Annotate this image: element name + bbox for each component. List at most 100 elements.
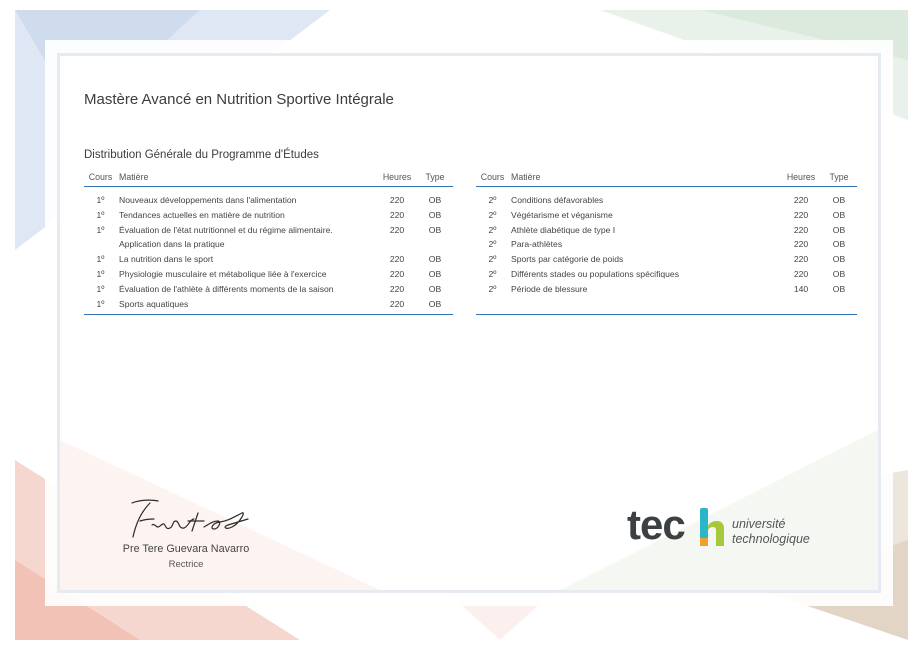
cell-type: OB: [428, 298, 442, 309]
cell-heures: 140: [793, 283, 809, 294]
table-header-row: Cours Matière Heures Type: [84, 170, 453, 187]
cell-heures: 220: [389, 209, 405, 220]
cell-cours: 2º: [488, 283, 497, 294]
cell-type: OB: [832, 283, 846, 294]
cell-heures: 220: [389, 298, 405, 309]
cell-heures: 220: [389, 254, 405, 265]
logo-tagline-line1: université: [732, 517, 786, 531]
certificate-page: Mastère Avancé en Nutrition Sportive Int…: [0, 0, 908, 649]
cell-cours: 1º: [96, 195, 105, 205]
header-cours: Cours: [480, 172, 505, 182]
cell-heures: 220: [793, 195, 809, 205]
table-row: 1º Nouveaux développements dans l'aliment…: [84, 187, 453, 208]
table-row: 1º Sports aquatiques 220 OB: [84, 297, 453, 315]
table-row: 2º Sports par catégorie de poids 220 OB: [476, 252, 857, 267]
cell-heures: 220: [793, 268, 809, 279]
cell-type: OB: [428, 254, 442, 265]
cell-type: OB: [428, 209, 442, 220]
cell-matiere: Tendances actuelles en matière de nutrit…: [119, 209, 285, 220]
cell-cours: 1º: [96, 283, 105, 294]
curriculum-table-right: Cours Matière Heures Type 2º Conditions d…: [476, 170, 857, 315]
cell-type: OB: [832, 195, 846, 205]
cell-cours: 1º: [96, 209, 105, 220]
header-heures: Heures: [786, 172, 816, 182]
cell-heures: 220: [793, 239, 809, 250]
header-heures: Heures: [382, 172, 412, 182]
cell-empty: [509, 297, 781, 315]
cell-matiere: Différents stades ou populations spécifi…: [511, 268, 680, 279]
table-row: 2º Para-athlètes 220 OB: [476, 237, 857, 252]
header-cours: Cours: [88, 172, 113, 182]
cell-type: OB: [428, 195, 442, 205]
cell-type: OB: [832, 224, 846, 235]
cell-matiere: Période de blessure: [511, 283, 588, 294]
cell-matiere: Athlète diabétique de type I: [511, 224, 616, 235]
table-row: 1º Tendances actuelles en matière de nutr…: [84, 208, 453, 223]
logo-wordmark: tec: [627, 501, 686, 548]
cell-matiere: Nouveaux développements dans l'alimentat…: [119, 195, 297, 205]
cell-type: OB: [832, 254, 846, 265]
cell-cours: 1º: [96, 268, 105, 279]
table-row: 2º Conditions défavorables 220 OB: [476, 187, 857, 208]
table-header-row: Cours Matière Heures Type: [476, 170, 857, 187]
table-row: 2º Différents stades ou populations spéci…: [476, 267, 857, 282]
table-row: Application dans la pratique: [84, 237, 453, 252]
table-row: 1º La nutrition dans le sport 220 OB: [84, 252, 453, 267]
header-type: Type: [829, 172, 849, 182]
cell-heures: [377, 237, 417, 252]
document-subtitle: Distribution Générale du Programme d'Étu…: [84, 149, 319, 161]
curriculum-table-left: Cours Matière Heures Type 1º Nouveaux dév…: [84, 170, 453, 315]
table-row: 2º Période de blessure 140 OB: [476, 282, 857, 297]
cell-type: [417, 237, 453, 252]
cell-type: OB: [428, 224, 442, 235]
cell-cours: 2º: [488, 268, 497, 279]
logo-h-icon: [700, 508, 724, 546]
cell-cours: [84, 237, 117, 252]
cell-matiere: Conditions défavorables: [511, 195, 604, 205]
cell-cours: 2º: [488, 254, 497, 265]
cell-matiere: Application dans la pratique: [119, 239, 225, 250]
cell-empty: [781, 297, 821, 315]
cell-cours: 1º: [96, 224, 105, 235]
cell-cours: 2º: [488, 195, 497, 205]
cell-matiere: Sports par catégorie de poids: [511, 254, 624, 265]
cell-cours: 2º: [488, 209, 497, 220]
cell-type: OB: [832, 209, 846, 220]
cell-heures: 220: [389, 268, 405, 279]
cell-matiere: Végétarisme et véganisme: [511, 209, 613, 220]
table-row: 2º Végétarisme et véganisme 220 OB: [476, 208, 857, 223]
document-title: Mastère Avancé en Nutrition Sportive Int…: [84, 91, 394, 108]
cell-matiere: Physiologie musculaire et métabolique li…: [119, 268, 327, 279]
cell-type: OB: [832, 268, 846, 279]
cell-heures: 220: [793, 209, 809, 220]
cell-heures: 220: [389, 195, 405, 205]
cell-cours: 1º: [96, 298, 105, 309]
table-row: 1º Évaluation de l'athlète à différents m…: [84, 282, 453, 297]
logo-tagline-line2: technologique: [732, 532, 810, 546]
cell-empty: [476, 297, 509, 315]
table-row: 2º Athlète diabétique de type I 220 OB: [476, 223, 857, 238]
header-matiere: Matière: [511, 172, 541, 182]
cell-type: OB: [832, 239, 846, 250]
cell-type: OB: [428, 268, 442, 279]
cell-type: OB: [428, 283, 442, 294]
cell-heures: 220: [793, 254, 809, 265]
cell-matiere: Évaluation de l'état nutritionnel et du …: [119, 224, 333, 235]
cell-cours: 1º: [96, 254, 105, 265]
header-type: Type: [425, 172, 445, 182]
cell-matiere: Sports aquatiques: [119, 298, 189, 309]
signatory-name: Pre Tere Guevara Navarro: [122, 543, 250, 555]
header-matiere: Matière: [119, 172, 149, 182]
cell-matiere: Para-athlètes: [511, 239, 563, 250]
cell-empty: [821, 297, 857, 315]
table-row: 1º Physiologie musculaire et métabolique …: [84, 267, 453, 282]
cell-matiere: Évaluation de l'athlète à différents mom…: [119, 283, 334, 294]
table-row-spacer: [476, 297, 857, 315]
cell-matiere: La nutrition dans le sport: [119, 254, 214, 265]
cell-heures: 220: [793, 224, 809, 235]
signatory-role: Rectrice: [168, 559, 204, 570]
cell-heures: 220: [389, 283, 405, 294]
cell-heures: 220: [389, 224, 405, 235]
table-row: 1º Évaluation de l'état nutritionnel et d…: [84, 223, 453, 238]
cell-cours: 2º: [488, 239, 497, 250]
